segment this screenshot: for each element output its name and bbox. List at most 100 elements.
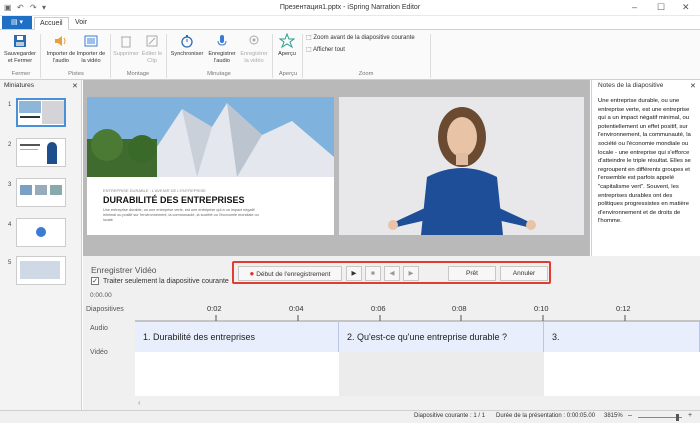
scroll-left-icon[interactable]: ‹ <box>138 398 141 407</box>
slide-number: 1 <box>8 102 12 108</box>
slide-body: Une entreprise durable, ou une entrepris… <box>103 208 259 222</box>
record-title: Enregistrer Vidéo <box>91 265 157 275</box>
slide-segment-1[interactable]: 1. Durabilité des entreprises <box>135 322 339 352</box>
tab-voir[interactable]: Voir <box>70 17 92 30</box>
maximize-icon[interactable]: ☐ <box>657 2 665 13</box>
current-slide-checkbox[interactable]: ✓ <box>91 277 99 285</box>
building-photo <box>87 97 334 177</box>
close-notes-icon[interactable]: ✕ <box>690 82 696 90</box>
thumbnails-panel: Miniatures ✕ 1 2 3 4 5 <box>0 80 82 410</box>
show-all-icon: ⬚ <box>306 47 314 53</box>
edit-clip-icon <box>146 35 158 47</box>
slide-thumbnail-2[interactable] <box>16 138 66 167</box>
group-minutage: Minutage <box>207 71 231 77</box>
record-audio-button[interactable]: Enregistrer l'audio <box>206 33 238 65</box>
tick-label: 0:02 <box>207 304 222 313</box>
zoom-slider-thumb[interactable] <box>676 414 679 421</box>
cancel-button[interactable]: Annuler <box>500 266 548 281</box>
trash-icon <box>121 36 131 48</box>
edit-clip-button[interactable]: Éditer le Clip <box>140 33 164 65</box>
thumbnails-title: Miniatures <box>4 82 34 89</box>
timeline-time: 0:00.00 <box>90 292 112 299</box>
preview-button[interactable]: Aperçu <box>274 33 300 58</box>
ruler-ticks <box>135 315 700 322</box>
show-all-button[interactable]: ⬚ Afficher tout <box>306 46 345 53</box>
zoom-in-icon[interactable]: + <box>688 412 692 419</box>
ribbon: Sauvegarder et Fermer Importer de l'audi… <box>0 30 700 80</box>
track-label-slides: Diapositives <box>86 306 124 313</box>
title-bar: ▣ ↶ ↷ ▾ Презентация1.pptx - iSpring Narr… <box>0 0 700 16</box>
slide-thumbnail-4[interactable] <box>16 218 66 247</box>
slide-canvas: ENTREPRISE DURABLE : L'AVENIR DE L'ENTRE… <box>83 80 590 256</box>
checkbox-label: Traiter seulement la diapositive courant… <box>103 278 229 285</box>
stop-icon: ■ <box>371 270 375 277</box>
close-icon[interactable]: ✕ <box>682 2 690 13</box>
webcam-icon <box>249 35 259 45</box>
import-video-button[interactable]: Importer de la vidéo <box>76 33 106 65</box>
slide-title: DURABILITÉ DES ENTREPRISES <box>103 195 245 205</box>
video-track-clip <box>339 352 544 396</box>
presenter-image <box>339 97 584 235</box>
group-apercu: Aperçu <box>278 71 298 77</box>
save-close-button[interactable]: Sauvegarder et Fermer <box>2 33 38 65</box>
ready-button[interactable]: Prêt <box>448 266 496 281</box>
menu-bar <box>0 16 700 30</box>
notes-panel: Notes de la diapositive ✕ Une entreprise… <box>591 80 700 256</box>
sync-button[interactable]: Synchroniser <box>168 33 206 58</box>
track-label-video: Vidéo <box>90 349 108 356</box>
play-icon: ▶ <box>351 270 357 277</box>
previous-icon: ◀ <box>389 270 395 277</box>
microphone-icon <box>217 35 227 46</box>
horizontal-scrollbar[interactable]: ‹ <box>135 396 700 410</box>
zoom-slide-button[interactable]: ⬚ Zoom avant de la diapositive courante <box>306 34 415 41</box>
window-title: Презентация1.pptx - iSpring Narration Ed… <box>279 4 421 11</box>
slide-preview: ENTREPRISE DURABLE : L'AVENIR DE L'ENTRE… <box>87 97 334 235</box>
group-pistes: Pistes <box>68 71 84 77</box>
start-recording-button[interactable]: ● Début de l'enregistrement <box>238 266 342 281</box>
slide-thumbnail-3[interactable] <box>16 178 66 207</box>
speaker-icon <box>55 36 66 46</box>
slide-number: 3 <box>8 182 12 188</box>
film-icon <box>84 35 98 47</box>
recording-toolbar: ● Début de l'enregistrement ▶ ■ ◀ ▶ Prêt… <box>232 261 551 284</box>
slide-thumbnail-1[interactable] <box>16 98 66 127</box>
slide-segment-3[interactable]: 3. <box>544 322 700 352</box>
file-menu-button[interactable]: ▤ ▾ <box>2 16 32 29</box>
play-button[interactable]: ▶ <box>346 266 362 281</box>
tick-label: 0:06 <box>371 304 386 313</box>
group-zoom: Zoom <box>358 71 374 77</box>
record-dot-icon: ● <box>249 269 255 278</box>
tick-label: 0:10 <box>534 304 549 313</box>
record-video-button[interactable]: Enregistrer la vidéo <box>238 33 270 65</box>
slide-segment-2[interactable]: 2. Qu'est-ce qu'une entreprise durable ? <box>339 322 544 352</box>
slide-number: 2 <box>8 142 12 148</box>
tick-label: 0:12 <box>616 304 631 313</box>
notes-text: Une entreprise durable, ou une entrepris… <box>598 98 691 225</box>
track-label-audio: Audio <box>90 325 108 332</box>
save-close-icon <box>14 35 26 47</box>
slide-thumbnail-5[interactable] <box>16 256 66 285</box>
notes-title: Notes de la diapositive <box>598 82 664 89</box>
close-panel-icon[interactable]: ✕ <box>72 82 78 90</box>
tick-label: 0:08 <box>452 304 467 313</box>
stop-button[interactable]: ■ <box>365 266 381 281</box>
video-preview <box>339 97 584 235</box>
prev-slide-button[interactable]: ◀ <box>384 266 400 281</box>
menu-icon: ▤ ▾ <box>10 19 24 26</box>
next-slide-button[interactable]: ▶ <box>403 266 419 281</box>
star-play-icon <box>279 33 295 49</box>
tick-label: 0:04 <box>289 304 304 313</box>
status-slide: Diapositive courante : 1 / 1 <box>414 413 486 419</box>
tab-accueil[interactable]: Accueil <box>34 17 69 30</box>
delete-button[interactable]: Supprimer <box>112 33 140 58</box>
minimize-icon[interactable]: – <box>632 2 637 12</box>
slide-number: 5 <box>8 260 12 266</box>
slide-number: 4 <box>8 222 12 228</box>
next-icon: ▶ <box>408 270 414 277</box>
group-montage: Montage <box>126 71 150 77</box>
import-audio-button[interactable]: Importer de l'audio <box>44 33 78 65</box>
group-fermer: Fermer <box>11 71 31 77</box>
slide-subtitle: ENTREPRISE DURABLE : L'AVENIR DE L'ENTRE… <box>103 188 206 193</box>
status-duration: Durée de la présentation : 0:00:05.00 <box>496 413 596 419</box>
zoom-out-icon[interactable]: – <box>628 412 632 419</box>
